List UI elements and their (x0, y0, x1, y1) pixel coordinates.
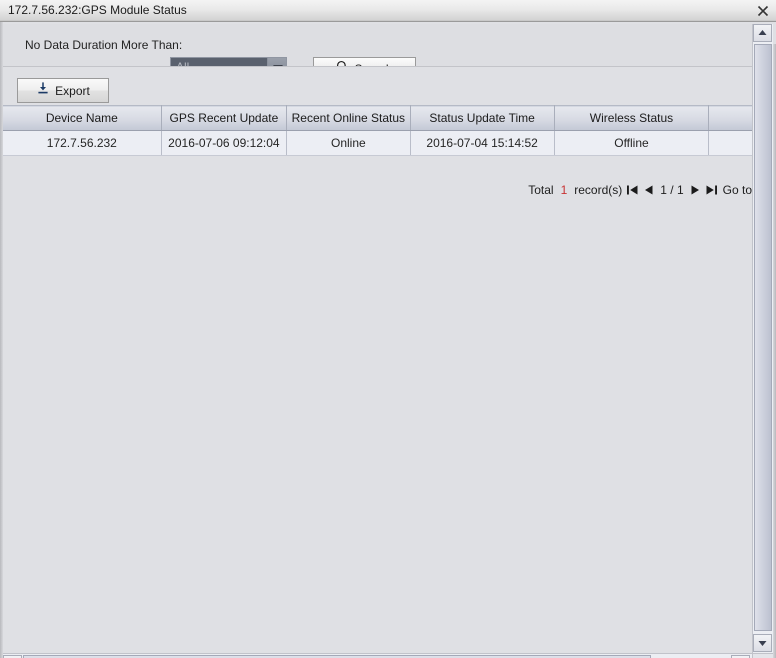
scrollbar-corner (752, 653, 773, 658)
table-header-row: Device Name GPS Recent Update Recent Onl… (3, 105, 752, 131)
window-content: No Data Duration More Than: All Search (0, 22, 776, 658)
column-header-gps-recent-update[interactable]: GPS Recent Update (161, 105, 288, 131)
pagination-total-count: 1 (560, 183, 568, 197)
column-header-status-update-time[interactable]: Status Update Time (410, 105, 555, 131)
gps-module-status-window: 172.7.56.232:GPS Module Status No Data D… (0, 0, 776, 658)
cell-recent-online-status: Online (286, 130, 411, 156)
pagination-total-prefix: Total (528, 183, 554, 197)
export-icon (36, 81, 50, 100)
cell-status-update-time: 2016-07-04 15:14:52 (410, 130, 555, 156)
previous-page-icon[interactable] (643, 184, 654, 196)
table-header: Device Name GPS Recent Update Recent Onl… (3, 105, 752, 131)
export-button-content: Export (18, 79, 108, 102)
column-header-no-data-duration[interactable]: No Data Duration (708, 105, 752, 131)
cell-device-name: 172.7.56.232 (3, 130, 162, 156)
page-indicator: 1 / 1 (660, 183, 684, 197)
cell-wireless-status: Offline (554, 130, 710, 156)
vertical-scrollbar-thumb[interactable] (754, 44, 772, 631)
export-button[interactable]: Export (17, 78, 109, 103)
column-header-wireless-status[interactable]: Wireless Status (554, 105, 710, 131)
vertical-scrollbar[interactable] (752, 24, 773, 653)
cell-no-data-duration (708, 130, 752, 156)
last-page-icon[interactable] (705, 184, 718, 196)
no-data-duration-label: No Data Duration More Than: (25, 38, 183, 52)
cell-gps-recent-update: 2016-07-06 09:12:04 (161, 130, 288, 156)
next-page-icon[interactable] (690, 184, 701, 196)
pagination-bar: Total 1 record(s) 1 / 1 Go to (3, 180, 752, 200)
table-body: 172.7.56.232 2016-07-06 09:12:04 Online … (3, 130, 752, 156)
window-title: 172.7.56.232:GPS Module Status (8, 3, 187, 17)
window-titlebar: 172.7.56.232:GPS Module Status (0, 0, 776, 22)
scroll-up-icon[interactable] (753, 24, 772, 42)
scroll-down-icon[interactable] (753, 634, 772, 652)
filter-bar: No Data Duration More Than: All Search (3, 24, 752, 80)
goto-page-label[interactable]: Go to (723, 183, 752, 197)
horizontal-scrollbar[interactable] (3, 653, 752, 658)
pagination-total-suffix: record(s) (574, 183, 623, 197)
gps-status-table: Device Name GPS Recent Update Recent Onl… (3, 105, 752, 156)
first-page-icon[interactable] (626, 184, 639, 196)
column-header-recent-online-status[interactable]: Recent Online Status (286, 105, 411, 131)
export-button-label: Export (55, 83, 90, 98)
table-row[interactable]: 172.7.56.232 2016-07-06 09:12:04 Online … (3, 130, 752, 156)
column-header-device-name[interactable]: Device Name (3, 105, 162, 131)
close-icon[interactable] (754, 2, 772, 20)
